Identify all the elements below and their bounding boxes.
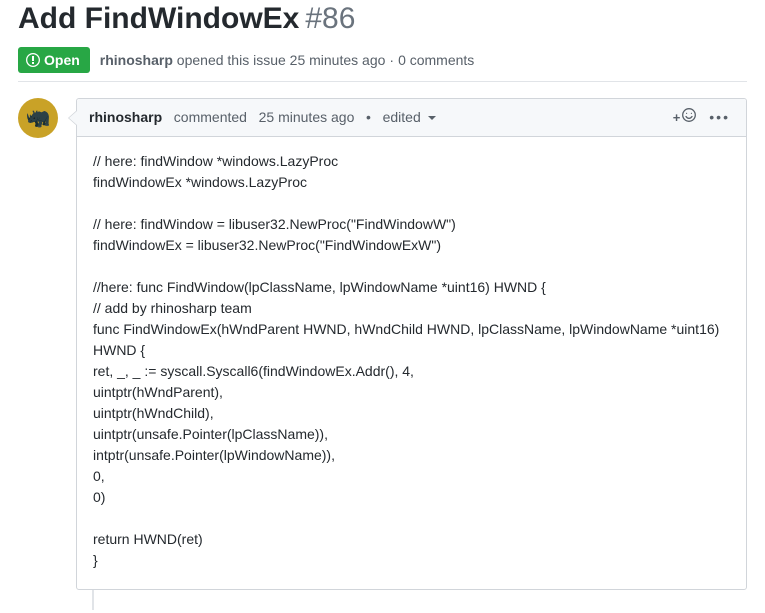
issue-title: Add FindWindowEx: [18, 2, 299, 37]
issue-number: #86: [305, 2, 355, 36]
issue-meta: Open rhinosharp opened this issue 25 min…: [18, 47, 747, 73]
smiley-icon: [681, 107, 697, 128]
state-badge-label: Open: [44, 53, 80, 67]
edited-dropdown[interactable]: edited: [383, 109, 436, 125]
comment-author-link[interactable]: rhinosharp: [89, 109, 162, 125]
opened-text: opened this issue: [177, 52, 286, 68]
comment-actions-menu[interactable]: •••: [705, 109, 734, 125]
avatar[interactable]: [18, 98, 58, 138]
timeline: rhinosharp commented 25 minutes ago • ed…: [18, 98, 747, 610]
issue-open-icon: [26, 52, 40, 68]
caret-down-icon: [428, 116, 436, 120]
issue-author-link[interactable]: rhinosharp: [100, 52, 173, 68]
opened-relative-time[interactable]: 25 minutes ago: [290, 52, 386, 68]
comment-box: rhinosharp commented 25 minutes ago • ed…: [76, 98, 747, 590]
state-badge-open: Open: [18, 47, 90, 73]
comment-action: commented: [174, 109, 247, 125]
add-reaction-button[interactable]: +: [673, 107, 698, 128]
issue-header: Add FindWindowEx #86 Open rhinosharp ope…: [18, 0, 747, 82]
comment-body: // here: findWindow *windows.LazyProc fi…: [77, 137, 746, 589]
comment-time-link[interactable]: 25 minutes ago: [259, 109, 355, 125]
comment-header: rhinosharp commented 25 minutes ago • ed…: [77, 99, 746, 137]
comments-count: 0 comments: [398, 52, 474, 68]
